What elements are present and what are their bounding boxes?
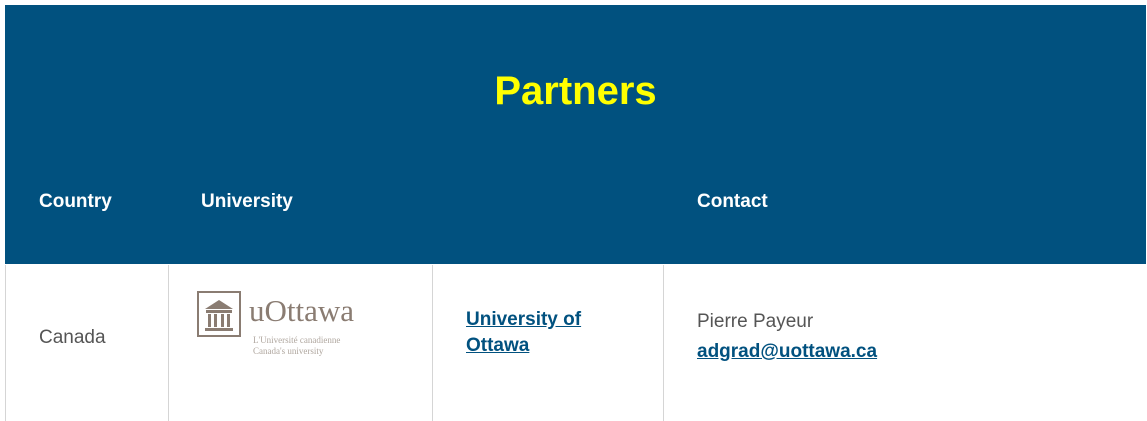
contact-email-link[interactable]: adgrad@uottawa.ca <box>697 340 877 364</box>
column-header-university: University <box>201 191 293 212</box>
column-header-contact: Contact <box>697 191 768 212</box>
logo-tagline-en: Canada's university <box>253 346 324 356</box>
table-divider <box>5 265 6 421</box>
logo-tagline-fr: L'Université canadienne <box>253 335 341 345</box>
logo-wordmark: uOttawa <box>249 293 355 328</box>
university-logo: uOttawa L'Université canadienne Canada's… <box>197 289 375 377</box>
contact-name: Pierre Payeur <box>697 311 814 332</box>
university-link[interactable]: University of Ottawa <box>466 307 646 359</box>
column-header-country: Country <box>39 191 112 212</box>
partners-header-panel: Partners Country University Contact <box>5 5 1146 264</box>
table-divider <box>168 265 169 421</box>
university-building-icon <box>197 291 241 337</box>
table-divider <box>663 265 664 421</box>
section-title: Partners <box>494 69 657 113</box>
table-divider <box>432 265 433 421</box>
country-cell: Canada <box>39 327 106 348</box>
